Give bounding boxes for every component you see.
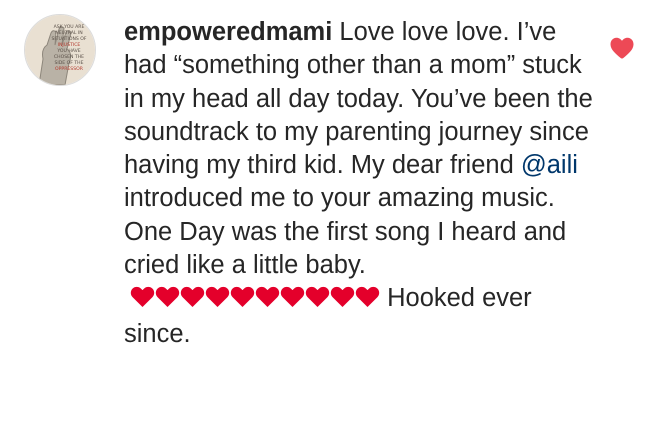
mention-link[interactable]: @aili xyxy=(521,151,578,179)
red-heart-emoji xyxy=(355,287,380,308)
red-heart-emoji xyxy=(130,287,155,308)
red-heart-emoji xyxy=(230,287,255,308)
comment-text-continued: introduced me to your amazing music. One… xyxy=(124,184,567,280)
red-heart-emoji xyxy=(280,287,305,308)
red-heart-emoji xyxy=(205,287,230,308)
username-link[interactable]: empoweredmami xyxy=(124,18,332,46)
red-heart-emoji xyxy=(180,287,205,308)
comment: ASK YOU ARE NEUTRAL IN SITUATIONS OF INJ… xyxy=(0,0,657,432)
red-heart-emoji xyxy=(330,287,355,308)
heart-emoji-row xyxy=(130,284,380,317)
avatar-text-1: NEUTRAL IN xyxy=(55,30,82,36)
avatar-text-3: INJUSTICE xyxy=(58,42,81,48)
like-button[interactable] xyxy=(609,36,639,64)
red-heart-emoji xyxy=(255,287,280,308)
avatar-text-4: YOU HAVE xyxy=(56,48,80,54)
avatar[interactable]: ASK YOU ARE NEUTRAL IN SITUATIONS OF INJ… xyxy=(24,14,96,86)
avatar-text-6: SIDE OF THE xyxy=(54,60,83,66)
comment-body: empoweredmami Love love love. I’ve had “… xyxy=(124,16,594,351)
avatar-text-0: ASK YOU ARE xyxy=(54,24,85,30)
avatar-text-2: SITUATIONS OF xyxy=(51,36,86,42)
avatar-text-5: CHOSEN THE xyxy=(54,54,84,60)
heart-icon xyxy=(610,37,634,59)
red-heart-emoji xyxy=(305,287,330,308)
avatar-text-7: OPPRESSOR xyxy=(55,66,84,72)
red-heart-emoji xyxy=(155,287,180,308)
